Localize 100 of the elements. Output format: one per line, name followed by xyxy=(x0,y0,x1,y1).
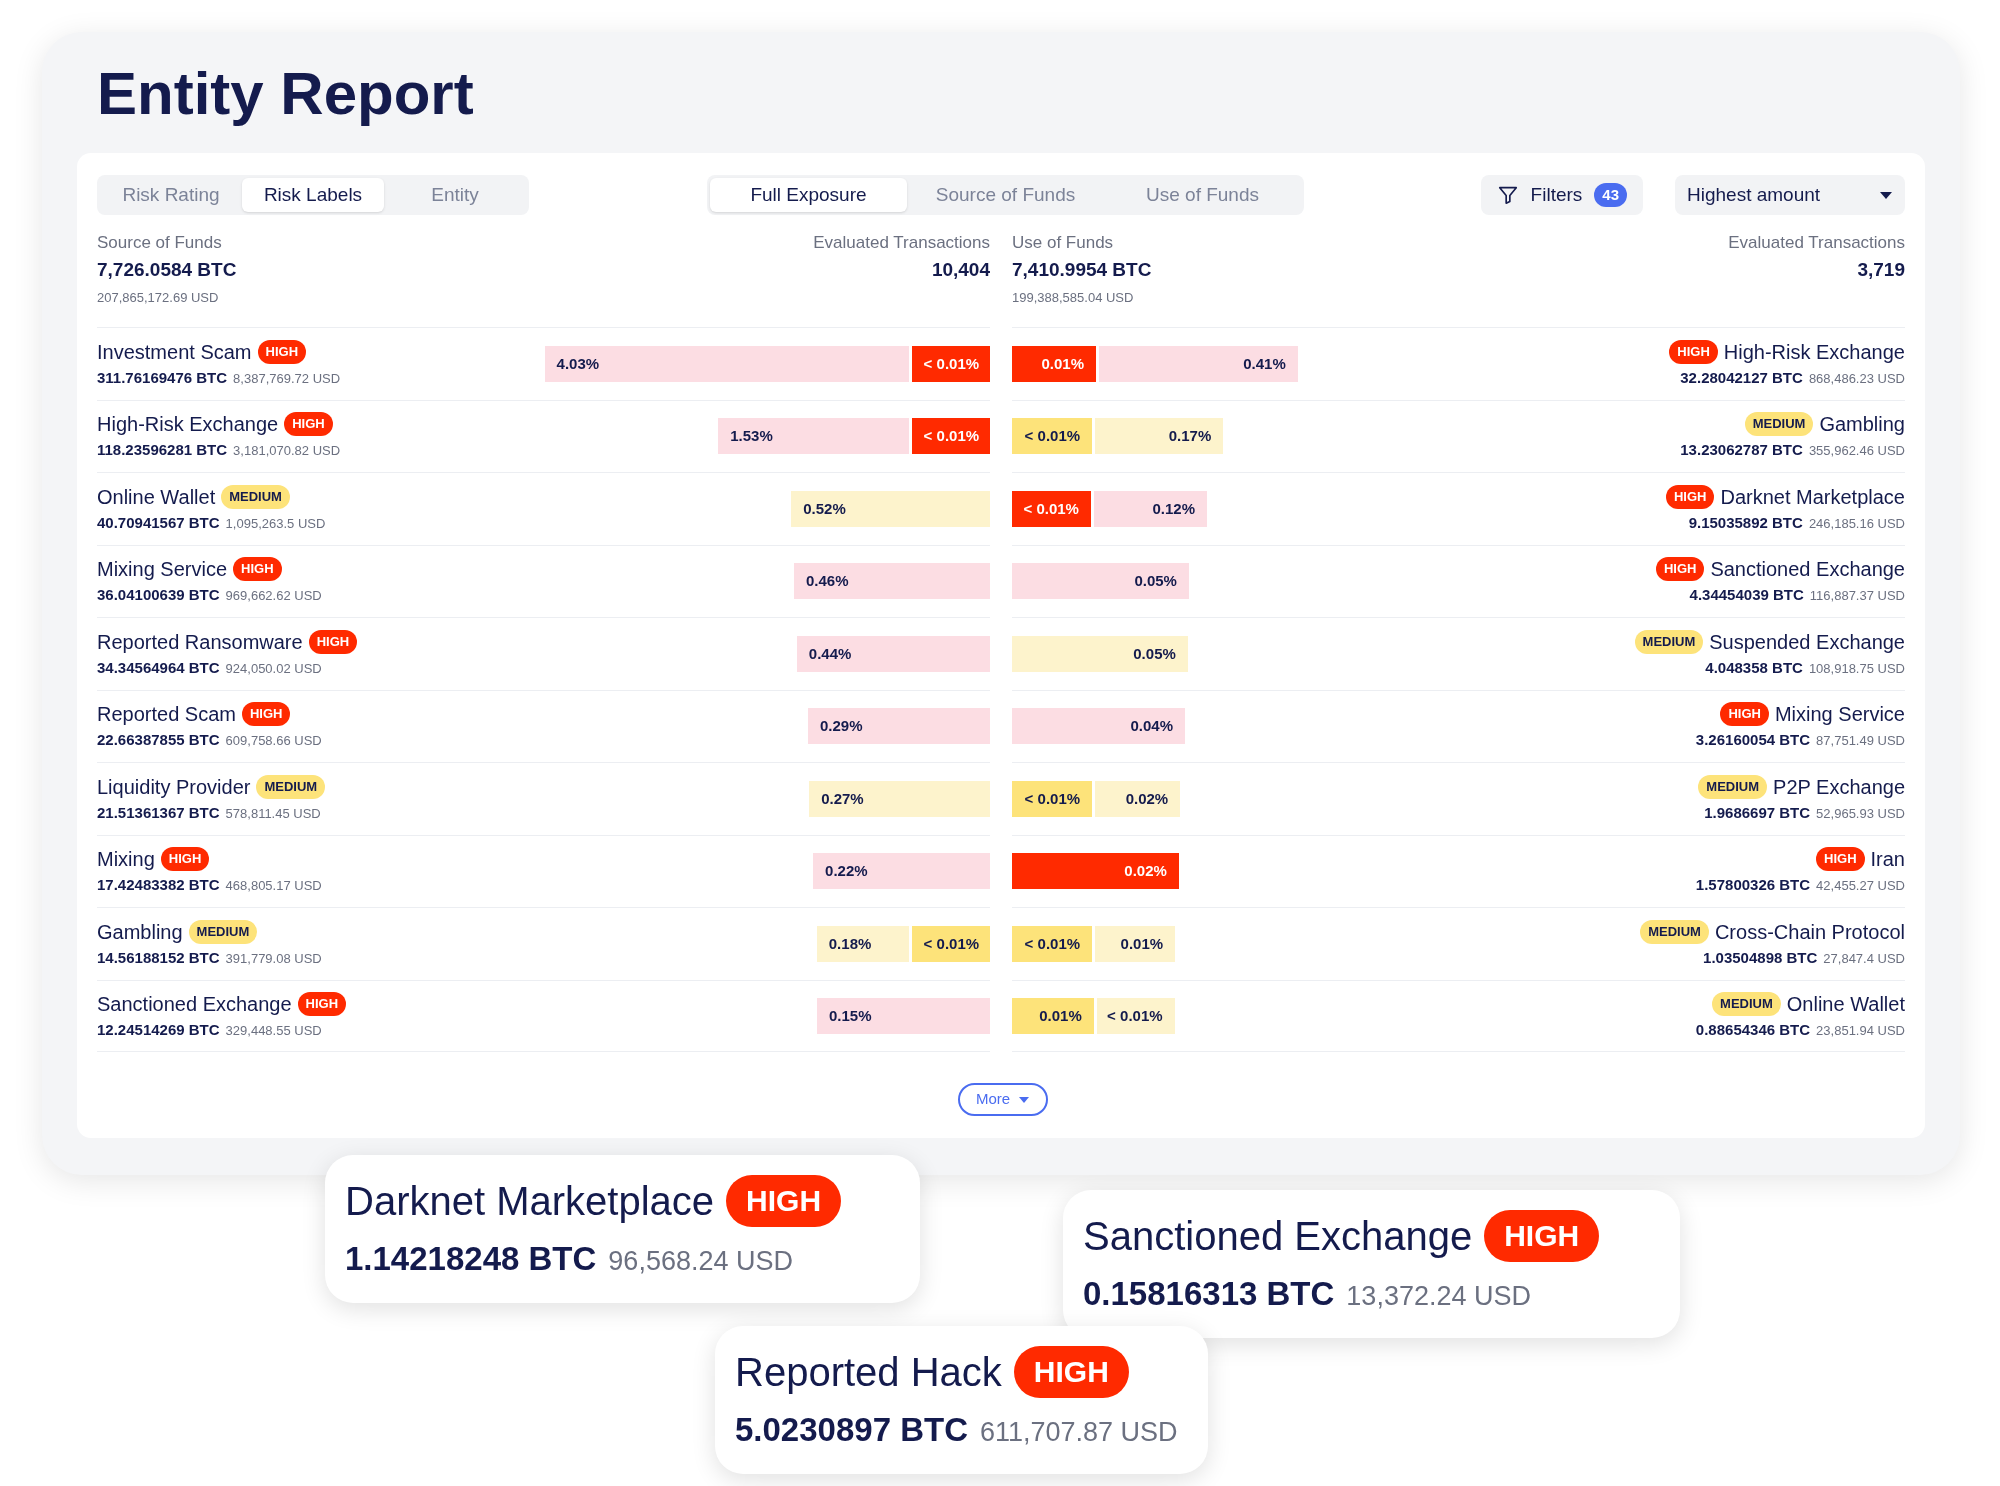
risk-badge: HIGH xyxy=(726,1175,842,1227)
card-usd-amount: 96,568.24 USD xyxy=(608,1245,793,1278)
usd-amount: 23,851.94 USD xyxy=(1816,1021,1905,1040)
usd-amount: 391,779.08 USD xyxy=(225,949,322,968)
transactions-heading: Evaluated Transactions xyxy=(813,232,990,254)
btc-amount: 21.51361367 BTC xyxy=(97,802,220,823)
transactions-count: 3,719 xyxy=(1856,258,1905,282)
risk-badge: MEDIUM xyxy=(1634,629,1704,654)
usd-amount: 1,095,263.5 USD xyxy=(225,514,326,533)
usd-amount: 87,751.49 USD xyxy=(1816,732,1905,751)
risk-badge: HIGH xyxy=(1484,1210,1600,1262)
btc-amount: 14.56188152 BTC xyxy=(97,947,220,968)
risk-badge: MEDIUM xyxy=(1698,774,1768,799)
card-usd-amount: 611,707.87 USD xyxy=(980,1416,1178,1449)
category-name: Mixing xyxy=(97,847,155,873)
card-title: Sanctioned Exchange xyxy=(1083,1213,1473,1260)
page-title: Entity Report xyxy=(97,59,474,129)
btc-total: 7,726.0584 BTC xyxy=(97,258,237,282)
usd-amount: 116,887.37 USD xyxy=(1809,587,1905,606)
view-tab[interactable]: Entity xyxy=(384,178,526,212)
category-name: Gambling xyxy=(1819,412,1905,438)
btc-amount: 0.88654346 BTC xyxy=(1695,1019,1811,1040)
btc-amount: 13.23062787 BTC xyxy=(1680,440,1803,461)
btc-amount: 32.28042127 BTC xyxy=(1680,367,1803,388)
category-name: Mixing Service xyxy=(97,557,228,583)
exposure-bar: < 0.01% xyxy=(911,345,990,382)
exposure-bar: 0.46% xyxy=(794,563,990,600)
btc-amount: 1.03504898 BTC xyxy=(1703,947,1818,968)
more-button[interactable]: More xyxy=(958,1083,1049,1116)
card-btc-amount: 0.15816313 BTC xyxy=(1083,1274,1335,1314)
risk-badge: HIGH xyxy=(284,412,333,437)
usd-amount: 108,918.75 USD xyxy=(1808,659,1905,678)
btc-amount: 4.048358 BTC xyxy=(1705,657,1803,678)
btc-amount: 17.42483382 BTC xyxy=(97,875,220,896)
risk-badge: MEDIUM xyxy=(1712,991,1781,1016)
category-name: Mixing Service xyxy=(1774,702,1905,728)
exposure-tab[interactable]: Use of Funds xyxy=(1104,178,1301,212)
risk-badge: HIGH xyxy=(297,991,347,1016)
risk-badge: HIGH xyxy=(308,629,358,654)
exposure-bar: 0.04% xyxy=(1012,708,1186,745)
category-name: High-Risk Exchange xyxy=(1723,339,1905,365)
card-btc-amount: 5.0230897 BTC xyxy=(735,1410,968,1450)
usd-amount: 3,181,070.82 USD xyxy=(233,442,341,461)
category-name: Suspended Exchange xyxy=(1709,629,1905,655)
usd-amount: 468,805.17 USD xyxy=(225,877,322,896)
risk-badge: MEDIUM xyxy=(221,484,290,509)
category-name: Reported Scam xyxy=(97,702,236,728)
risk-badge: MEDIUM xyxy=(188,919,258,944)
exposure-bar: 0.02% xyxy=(1012,853,1179,890)
view-tab[interactable]: Risk Rating xyxy=(100,178,242,212)
exposure-bar: 4.03% xyxy=(544,345,909,382)
category-name: Gambling xyxy=(97,919,183,945)
btc-amount: 12.24514269 BTC xyxy=(97,1019,220,1040)
exposure-bar: 0.18% xyxy=(816,925,909,962)
exposure-tab[interactable]: Source of Funds xyxy=(907,178,1104,212)
filters-button[interactable]: Filters 43 xyxy=(1480,175,1643,215)
transactions-heading: Evaluated Transactions xyxy=(1728,232,1905,254)
exposure-bar: < 0.01% xyxy=(911,418,990,455)
category-name: High-Risk Exchange xyxy=(97,412,279,438)
btc-amount: 1.9686697 BTC xyxy=(1704,802,1811,823)
usd-amount: 578,811.45 USD xyxy=(225,804,321,823)
exposure-bar: < 0.01% xyxy=(1012,780,1093,817)
usd-amount: 924,050.02 USD xyxy=(225,659,322,678)
risk-badge: MEDIUM xyxy=(1640,919,1709,944)
btc-amount: 118.23596281 BTC xyxy=(97,440,228,461)
usd-amount: 969,662.62 USD xyxy=(225,587,322,606)
btc-amount: 34.34564964 BTC xyxy=(97,657,220,678)
usd-amount: 246,185.16 USD xyxy=(1808,514,1905,533)
btc-amount: 3.26160054 BTC xyxy=(1695,730,1811,751)
category-name: Cross-Chain Protocol xyxy=(1714,919,1905,945)
transactions-count: 10,404 xyxy=(930,258,990,282)
btc-amount: 36.04100639 BTC xyxy=(97,585,220,606)
usd-amount: 609,758.66 USD xyxy=(225,732,322,751)
card-btc-amount: 1.14218248 BTC xyxy=(345,1239,597,1279)
exposure-bar: < 0.01% xyxy=(1096,997,1175,1034)
view-tab[interactable]: Risk Labels xyxy=(242,178,384,212)
section-heading: Use of Funds xyxy=(1012,232,1115,254)
exposure-bar: 0.05% xyxy=(1012,563,1189,600)
exposure-bar: 0.12% xyxy=(1093,490,1208,527)
risk-badge: HIGH xyxy=(1816,847,1865,872)
usd-amount: 329,448.55 USD xyxy=(225,1021,322,1040)
exposure-bar: 0.01% xyxy=(1012,997,1094,1034)
btc-amount: 1.57800326 BTC xyxy=(1695,875,1811,896)
risk-badge: HIGH xyxy=(233,557,282,582)
category-name: P2P Exchange xyxy=(1773,774,1905,800)
exposure-bar: 0.02% xyxy=(1095,780,1181,817)
exposure-bar: 0.27% xyxy=(809,780,990,817)
exposure-bar: 0.22% xyxy=(813,853,990,890)
exposure-bar: < 0.01% xyxy=(1012,925,1093,962)
risk-badge: HIGH xyxy=(257,339,306,364)
card-title: Darknet Marketplace xyxy=(345,1178,715,1225)
usd-amount: 52,965.93 USD xyxy=(1816,804,1905,823)
sort-dropdown[interactable]: Highest amount xyxy=(1675,175,1905,215)
btc-amount: 311.76169476 BTC xyxy=(97,367,228,388)
card-title: Reported Hack xyxy=(735,1349,1002,1396)
exposure-bar: 0.17% xyxy=(1095,418,1224,455)
caret-icon xyxy=(1879,190,1893,200)
usd-amount: 868,486.23 USD xyxy=(1808,369,1905,388)
exposure-tab[interactable]: Full Exposure xyxy=(710,178,907,212)
exposure-bar: 1.53% xyxy=(718,418,909,455)
